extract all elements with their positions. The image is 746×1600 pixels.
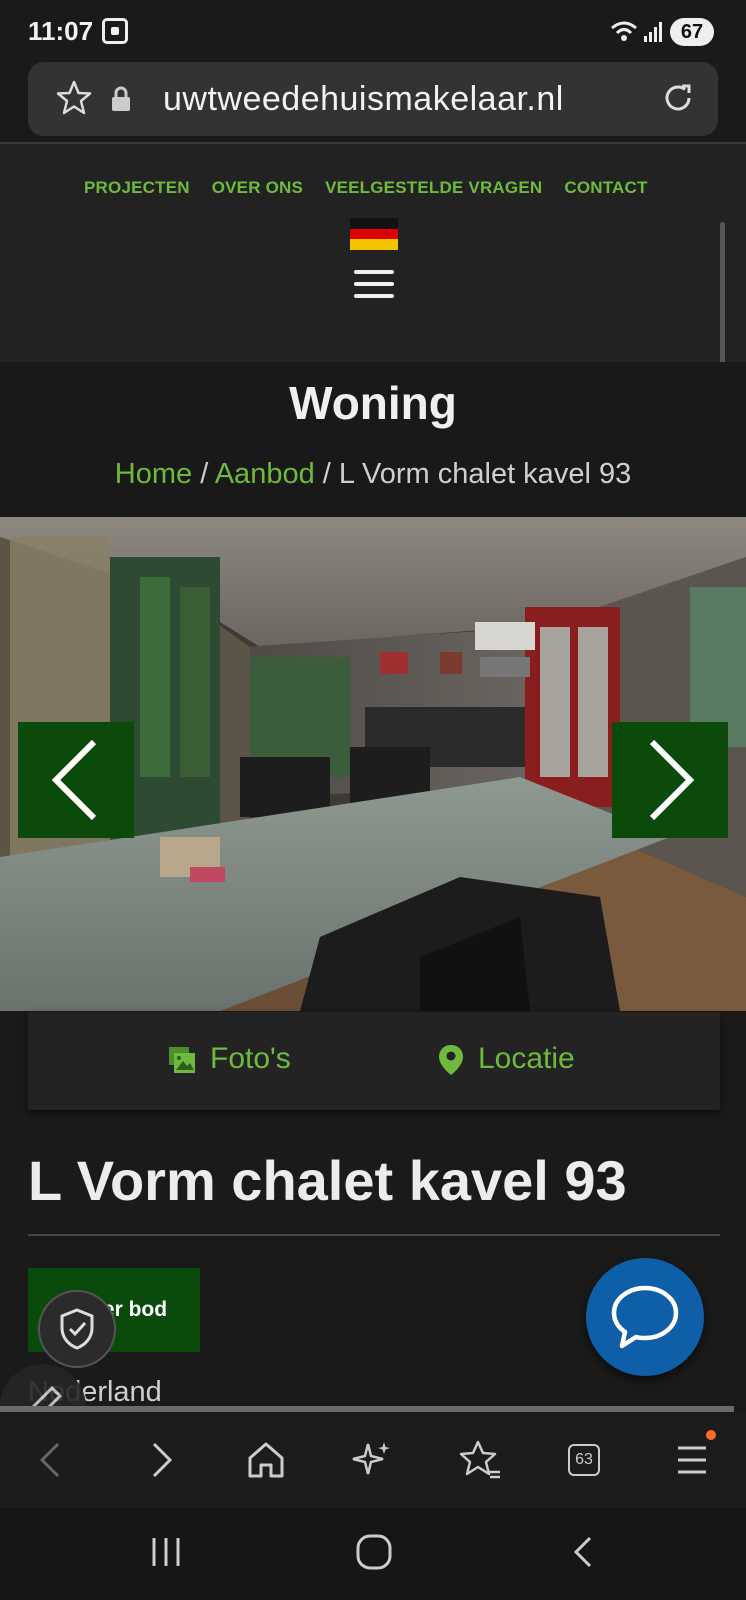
menu-icon xyxy=(678,1446,706,1474)
chat-button[interactable] xyxy=(586,1258,704,1376)
page-title: Woning xyxy=(289,377,457,429)
media-tabs: Foto's Locatie xyxy=(28,1012,720,1110)
battery-indicator: 67 xyxy=(670,18,714,46)
tabs-button[interactable]: 63 xyxy=(562,1436,610,1484)
carousel-next-button[interactable] xyxy=(612,722,728,838)
tab-location-label: Locatie xyxy=(478,1042,575,1075)
lock-icon xyxy=(112,86,130,111)
reload-icon[interactable] xyxy=(658,78,698,118)
breadcrumb-home[interactable]: Home xyxy=(115,458,192,490)
breadcrumb-separator: / xyxy=(192,458,215,490)
screenshot-icon xyxy=(102,18,128,44)
breadcrumb-separator: / xyxy=(314,458,339,490)
tab-photos-label: Foto's xyxy=(210,1042,291,1075)
images-icon xyxy=(169,1047,195,1074)
breadcrumb-aanbod[interactable]: Aanbod xyxy=(215,458,315,490)
system-navigation xyxy=(0,1508,746,1600)
chat-bubble-icon xyxy=(611,1285,679,1349)
breadcrumb-current: L Vorm chalet kavel 93 xyxy=(338,458,632,490)
tab-location[interactable]: Locatie xyxy=(438,1042,575,1076)
breadcrumb: Home / Aanbod / L Vorm chalet kavel 93 xyxy=(0,458,746,491)
hamburger-menu-icon[interactable] xyxy=(354,270,394,300)
tab-photos[interactable]: Foto's xyxy=(168,1042,291,1076)
tabs-count: 63 xyxy=(568,1444,600,1476)
nav-item-over-ons[interactable]: OVER ONS xyxy=(212,178,303,197)
bookmark-star-icon[interactable] xyxy=(54,78,94,118)
sparkle-icon[interactable] xyxy=(348,1436,396,1484)
status-bar: 11:07 67 xyxy=(0,0,746,60)
forward-icon[interactable] xyxy=(136,1436,184,1484)
browser-toolbar: 63 xyxy=(0,1412,746,1508)
nav-item-projecten[interactable]: PROJECTEN xyxy=(84,178,190,197)
home-button-icon[interactable] xyxy=(352,1532,396,1572)
carousel-prev-button[interactable] xyxy=(18,722,134,838)
menu-button[interactable] xyxy=(670,1430,718,1484)
shield-check-icon[interactable] xyxy=(38,1290,116,1368)
site-header: PROJECTEN OVER ONS VEELGESTELDE VRAGEN CONT… xyxy=(0,144,746,362)
back-icon[interactable] xyxy=(28,1436,76,1484)
nav-item-contact[interactable]: CONTACT xyxy=(564,178,647,197)
page-hero: Woning Home / Aanbod / L Vorm chalet kav… xyxy=(0,362,746,517)
chevron-right-icon xyxy=(649,739,695,821)
home-icon[interactable] xyxy=(242,1436,290,1484)
notification-dot xyxy=(706,1430,716,1440)
listing-title: L Vorm chalet kavel 93 xyxy=(28,1149,627,1212)
recent-apps-icon[interactable] xyxy=(146,1532,186,1572)
nav-links: PROJECTEN OVER ONS VEELGESTELDE VRAGEN CONT… xyxy=(84,178,670,198)
chevron-left-icon xyxy=(51,739,97,821)
nav-item-faq[interactable]: VEELGESTELDE VRAGEN xyxy=(325,178,542,197)
wifi-signal-icon xyxy=(610,20,662,50)
bookmarks-icon[interactable] xyxy=(456,1436,504,1484)
address-bar[interactable]: uwtweedehuismakelaar.nl xyxy=(28,62,718,136)
divider xyxy=(28,1234,720,1236)
map-pin-icon xyxy=(439,1045,463,1076)
german-flag-icon[interactable] xyxy=(350,218,398,250)
system-back-icon[interactable] xyxy=(564,1532,604,1572)
clock: 11:07 xyxy=(28,16,94,46)
url-text[interactable]: uwtweedehuismakelaar.nl xyxy=(163,80,564,119)
